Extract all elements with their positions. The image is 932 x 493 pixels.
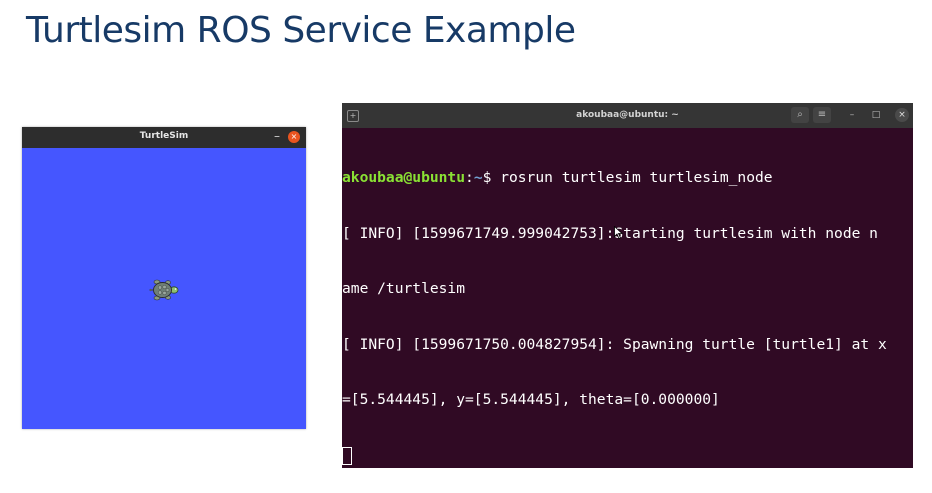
terminal-titlebar[interactable]: + akoubaa@ubuntu: ~ ⌕ ≡ – □ × [342, 103, 913, 128]
menu-icon[interactable]: ≡ [813, 107, 831, 123]
turtlesim-window-title: TurtleSim [139, 131, 189, 141]
turtlesim-titlebar[interactable]: TurtleSim – × [22, 127, 306, 148]
search-icon[interactable]: ⌕ [791, 107, 809, 123]
output-line: ame /turtlesim [342, 280, 913, 299]
close-icon[interactable]: × [288, 131, 300, 143]
prompt-path: ~ [473, 169, 483, 186]
maximize-icon[interactable]: □ [869, 108, 883, 122]
slide: Turtlesim ROS Service Example TurtleSim … [0, 0, 932, 493]
prompt-user: akoubaa@ubuntu [342, 169, 466, 186]
output-line: [ INFO] [1599671750.004827954]: Spawning… [342, 336, 913, 355]
turtlesim-window: TurtleSim – × [22, 127, 306, 429]
output-line: [ INFO] [1599671749.999042753]: Starting … [342, 225, 913, 244]
prompt-separator: : [465, 169, 474, 186]
prompt-symbol: $ [482, 169, 501, 186]
prompt-line: akoubaa@ubuntu:~$ rosrun turtlesim turtl… [342, 169, 913, 188]
output-text: ame /turtlesim [342, 280, 466, 297]
output-line: =[5.544445], y=[5.544445], theta=[0.0000… [342, 391, 913, 410]
output-text: [ INFO] [1599671749.999042753]: [342, 224, 615, 242]
output-text: =[5.544445], y=[5.544445], theta=[0.0000… [342, 391, 720, 408]
output-text: Starting turtlesim with node n [614, 224, 878, 242]
minimize-icon[interactable]: – [845, 108, 859, 122]
turtle-icon [149, 279, 179, 301]
terminal-cursor[interactable] [342, 446, 352, 465]
turtlesim-canvas [22, 148, 306, 429]
minimize-icon[interactable]: – [274, 129, 280, 143]
command-text: rosrun turtlesim turtlesim_node [500, 169, 773, 186]
terminal-output[interactable]: akoubaa@ubuntu:~$ rosrun turtlesim turtl… [342, 128, 913, 493]
cursor-line [342, 446, 913, 466]
close-icon[interactable]: × [895, 108, 909, 122]
slide-title: Turtlesim ROS Service Example [26, 10, 576, 51]
terminal-window: + akoubaa@ubuntu: ~ ⌕ ≡ – □ × akoubaa@ub… [342, 103, 913, 468]
output-text: [ INFO] [1599671750.004827954]: Spawning… [342, 335, 887, 353]
